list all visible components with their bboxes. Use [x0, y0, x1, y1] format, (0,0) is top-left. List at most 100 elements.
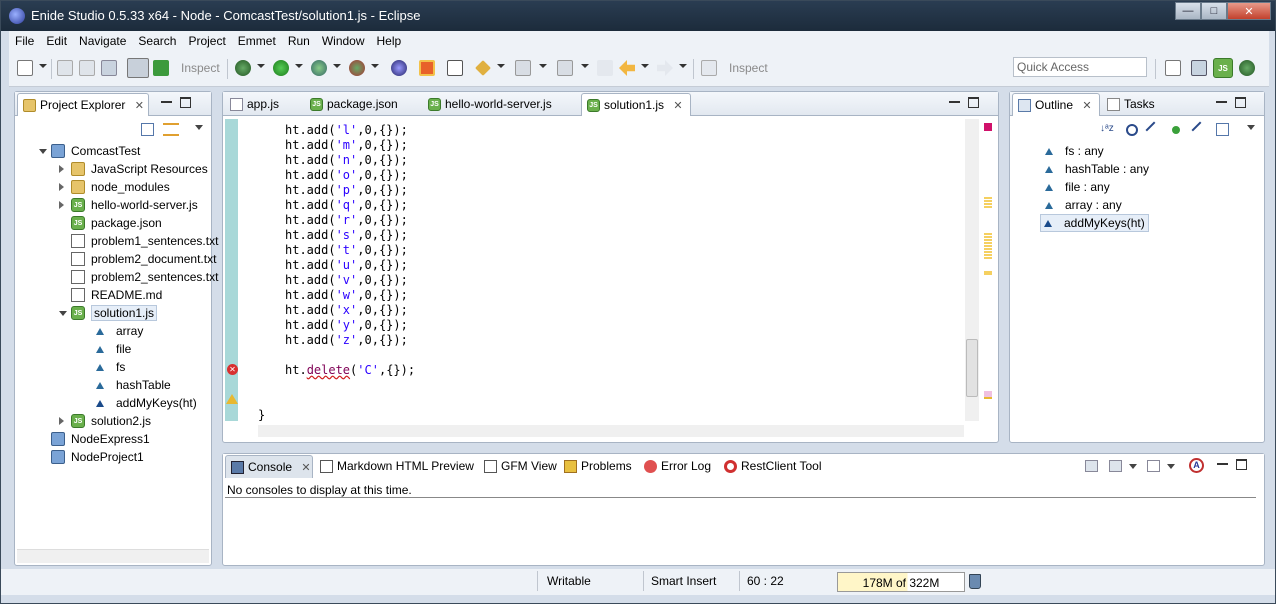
- menu-window[interactable]: Window: [316, 34, 371, 48]
- debug-icon[interactable]: [235, 60, 251, 76]
- tree-item[interactable]: NodeExpress1: [51, 430, 150, 448]
- list-view-icon[interactable]: [153, 60, 169, 76]
- external-tools-icon[interactable]: [349, 60, 365, 76]
- tab-console[interactable]: Console ✕: [225, 455, 313, 478]
- menu-search[interactable]: Search: [132, 34, 182, 48]
- angular-icon[interactable]: A: [1189, 458, 1204, 473]
- node-perspective-icon[interactable]: JS: [1213, 58, 1233, 78]
- hide-local-types-icon[interactable]: [1191, 121, 1209, 139]
- new-dropdown-icon[interactable]: [39, 64, 47, 68]
- external-tools-dropdown-icon[interactable]: [371, 64, 379, 68]
- display-console-icon[interactable]: [1109, 460, 1122, 472]
- warning-marker-icon[interactable]: [226, 394, 238, 404]
- collapsed-arrow-icon[interactable]: [59, 183, 64, 191]
- menu-edit[interactable]: Edit: [40, 34, 73, 48]
- tree-item[interactable]: JS solution1.js: [59, 304, 158, 322]
- coverage-dropdown-icon[interactable]: [333, 64, 341, 68]
- close-button[interactable]: ✕: [1227, 2, 1271, 20]
- minimize-view-icon[interactable]: [1217, 459, 1228, 465]
- editor-horizontal-scrollbar[interactable]: [258, 425, 964, 437]
- tree-item[interactable]: addMyKeys(ht): [93, 394, 197, 412]
- menu-navigate[interactable]: Navigate: [73, 34, 132, 48]
- close-icon[interactable]: ✕: [673, 100, 682, 112]
- back-icon[interactable]: [619, 60, 635, 76]
- tab-restclient-tool[interactable]: RestClient Tool: [719, 455, 827, 478]
- debug-dropdown-icon[interactable]: [257, 64, 265, 68]
- run-dropdown-icon[interactable]: [295, 64, 303, 68]
- tree-item[interactable]: JS solution2.js: [59, 412, 151, 430]
- collapse-all-icon[interactable]: [1216, 123, 1229, 136]
- menu-project[interactable]: Project: [182, 34, 231, 48]
- tree-item[interactable]: problem1_sentences.txt: [71, 232, 218, 250]
- print-icon[interactable]: [101, 60, 117, 76]
- close-icon[interactable]: ✕: [1082, 100, 1091, 112]
- error-marker-icon[interactable]: ✕: [227, 364, 238, 375]
- tab-gfm-view[interactable]: GFM View: [479, 455, 557, 478]
- forward-dropdown-icon[interactable]: [679, 64, 687, 68]
- tab-outline[interactable]: Outline ✕: [1012, 93, 1100, 116]
- prev-annotation-dropdown-icon[interactable]: [581, 64, 589, 68]
- node-icon[interactable]: [391, 60, 407, 76]
- pen-icon[interactable]: [475, 60, 491, 76]
- next-annotation-dropdown-icon[interactable]: [539, 64, 547, 68]
- last-edit-icon[interactable]: [597, 60, 613, 76]
- tab-markdown-preview[interactable]: Markdown HTML Preview: [315, 455, 477, 478]
- tree-item[interactable]: problem2_sentences.txt: [71, 268, 218, 286]
- debug-bug-perspective-icon[interactable]: [1239, 60, 1255, 76]
- tab-package-json[interactable]: JS package.json: [305, 93, 421, 116]
- close-icon[interactable]: ✕: [301, 462, 310, 474]
- tree-item[interactable]: node_modules: [59, 178, 170, 196]
- scrollbar-thumb[interactable]: [966, 339, 978, 397]
- save-all-icon[interactable]: [79, 60, 95, 76]
- hide-non-public-icon[interactable]: [1172, 126, 1180, 134]
- toggle-mark-icon[interactable]: [127, 58, 149, 78]
- next-annotation-icon[interactable]: [515, 60, 531, 76]
- tree-item[interactable]: problem2_document.txt: [71, 250, 216, 268]
- trash-icon[interactable]: [969, 574, 981, 589]
- maximize-view-icon[interactable]: [1235, 97, 1246, 108]
- pin-editor-icon[interactable]: [701, 60, 717, 76]
- pen-dropdown-icon[interactable]: [497, 64, 505, 68]
- prev-annotation-icon[interactable]: [557, 60, 573, 76]
- horizontal-scrollbar[interactable]: [17, 549, 209, 563]
- tree-item[interactable]: hashTable: [93, 376, 171, 394]
- tab-solution1-js[interactable]: JS solution1.js ✕: [581, 93, 691, 116]
- menu-file[interactable]: File: [9, 34, 40, 48]
- tree-item[interactable]: NodeProject1: [51, 448, 144, 466]
- collapsed-arrow-icon[interactable]: [59, 417, 64, 425]
- tree-item[interactable]: fs: [93, 358, 125, 376]
- tab-problems[interactable]: Problems: [559, 455, 637, 478]
- maximize-button[interactable]: □: [1201, 2, 1227, 20]
- sort-icon[interactable]: ↓ᵃz: [1100, 123, 1114, 134]
- tab-tasks[interactable]: Tasks: [1102, 93, 1172, 116]
- expanded-arrow-icon[interactable]: [39, 149, 47, 154]
- pin-console-icon[interactable]: [1085, 460, 1098, 472]
- tab-hello-world-server[interactable]: JS hello-world-server.js: [423, 93, 579, 116]
- outline-item[interactable]: file : any: [1042, 178, 1110, 196]
- outline-item[interactable]: addMyKeys(ht): [1040, 214, 1149, 232]
- inspect-button-1[interactable]: Inspect: [181, 61, 220, 75]
- quick-access-input[interactable]: Quick Access: [1013, 57, 1147, 77]
- minimize-button[interactable]: —: [1175, 2, 1201, 20]
- close-icon[interactable]: ✕: [135, 100, 144, 112]
- run-icon[interactable]: [273, 60, 289, 76]
- tree-item[interactable]: JavaScript Resources: [59, 160, 208, 178]
- tab-project-explorer[interactable]: Project Explorer ✕: [17, 93, 149, 116]
- tree-item[interactable]: README.md: [71, 286, 162, 304]
- open-type-icon[interactable]: [447, 60, 463, 76]
- maximize-view-icon[interactable]: [180, 97, 191, 108]
- display-console-dropdown-icon[interactable]: [1129, 464, 1137, 469]
- hide-static-icon[interactable]: [1145, 121, 1163, 139]
- tree-item[interactable]: file: [93, 340, 131, 358]
- tree-item[interactable]: array: [93, 322, 143, 340]
- tab-app-js[interactable]: app.js: [225, 93, 303, 116]
- back-dropdown-icon[interactable]: [641, 64, 649, 68]
- tree-item[interactable]: ComcastTest: [39, 142, 140, 160]
- coverage-icon[interactable]: [311, 60, 327, 76]
- expanded-arrow-icon[interactable]: [59, 311, 67, 316]
- outline-item[interactable]: hashTable : any: [1042, 160, 1149, 178]
- hide-fields-icon[interactable]: [1126, 124, 1138, 136]
- save-icon[interactable]: [57, 60, 73, 76]
- collapsed-arrow-icon[interactable]: [59, 201, 64, 209]
- menu-run[interactable]: Run: [282, 34, 316, 48]
